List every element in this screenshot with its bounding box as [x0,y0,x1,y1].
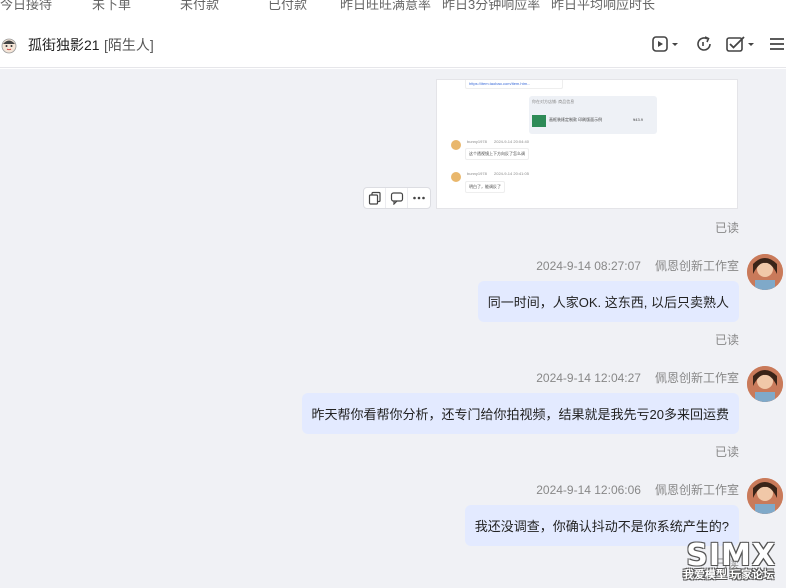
shot-msg1: 这个透视镜上下方向反了怎么调 [465,148,529,160]
shot-time2: 2024-9-14 20:41:05 [494,171,529,176]
message-sender: 佩恩创新工作室 [654,259,739,273]
stat-avg-response[interactable]: 昨日平均响应时长 [551,0,655,13]
chat-header: 孤街独影21 [陌生人] [0,20,786,68]
shot-product-thumb [532,115,546,127]
stat-3min-response[interactable]: 昨日3分钟响应率 [442,0,540,13]
shared-screenshot-image[interactable]: https://item.taobao.com/item.htm... 你在对方… [436,79,738,209]
checkbox-task-icon [726,36,754,52]
shot-user2: bunny1978 [467,171,487,176]
avatar-photo [747,366,783,402]
message-time: 2024-9-14 08:27:07 [536,259,641,273]
avatar-photo [747,254,783,290]
quote-button[interactable] [386,188,408,208]
read-status: 已读 [714,221,739,235]
watermark-logo: SIMX 我爱模型 玩家论坛 [668,538,780,582]
copy-icon [368,191,381,205]
shot-user-avatar [451,140,461,150]
shot-card-title: 你在对方店铺: 商品信息 [532,99,575,104]
video-call-button[interactable] [651,33,679,55]
ellipsis-icon [413,196,425,200]
message-meta: 2024-9-14 12:06:06 佩恩创新工作室 [536,481,739,498]
message-bubble[interactable]: 同一时间，人家OK. 这东西, 以后只卖熟人 [477,281,739,322]
read-status: 已读 [714,445,739,459]
sender-avatar[interactable] [747,478,783,514]
shot-card-price: ¥43.9 [633,117,644,122]
contact-avatar[interactable] [0,36,18,54]
message-time: 2024-9-14 12:04:27 [536,371,641,385]
sender-avatar[interactable] [747,254,783,290]
more-actions-button[interactable] [408,188,430,208]
stat-satisfaction[interactable]: 昨日旺旺满意率 [340,0,431,13]
stat-not-paid[interactable]: 未付款 [180,0,219,13]
chat-area[interactable]: https://item.taobao.com/item.htm... 你在对方… [0,69,786,588]
shot-user-avatar-2 [451,172,461,182]
message-sender: 佩恩创新工作室 [654,483,739,497]
stat-paid[interactable]: 已付款 [268,0,307,13]
read-status: 已读 [714,333,739,347]
more-menu-button[interactable] [768,33,786,55]
contact-tag: [陌生人] [104,37,154,53]
hamburger-icon [770,38,784,50]
stat-today-reception[interactable]: 今日接待 [0,0,52,13]
shot-msg2: 明白了，能调反了 [465,181,505,193]
message-bubble[interactable]: 昨天帮你看帮你分析，还专门给你拍视频，结果就是我先亏20多来回运费 [301,393,739,434]
avatar-photo [747,478,783,514]
quote-icon [390,192,403,205]
message-meta: 2024-9-14 08:27:07 佩恩创新工作室 [536,257,739,274]
stats-bar: 今日接待 未下单 未付款 已付款 昨日旺旺满意率 昨日3分钟响应率 昨日平均响应… [0,0,786,20]
shot-card-desc: 画框装裱定制款 印刷版面示例 [549,117,603,122]
message-meta: 2024-9-14 12:04:27 佩恩创新工作室 [536,369,739,386]
contact-name[interactable]: 孤街独影21 [28,35,100,55]
shot-url: https://item.taobao.com/item.htm... [465,80,563,89]
copy-button[interactable] [364,188,386,208]
task-button[interactable] [725,33,757,55]
refresh-button[interactable] [694,33,714,55]
watermark-small-text: 我爱模型 玩家论坛 [682,569,774,581]
stat-not-ordered[interactable]: 未下单 [92,0,131,13]
shot-user1: bunny1978 [467,139,487,144]
sender-avatar[interactable] [747,366,783,402]
message-hover-toolbar [363,187,431,209]
message-sender: 佩恩创新工作室 [654,371,739,385]
video-icon [652,36,678,52]
refresh-icon [697,36,711,51]
shot-time1: 2024-9-14 20:04:40 [494,139,529,144]
message-time: 2024-9-14 12:06:06 [536,483,641,497]
shot-product-card: 你在对方店铺: 商品信息 画框装裱定制款 印刷版面示例 ¥43.9 [529,96,657,134]
